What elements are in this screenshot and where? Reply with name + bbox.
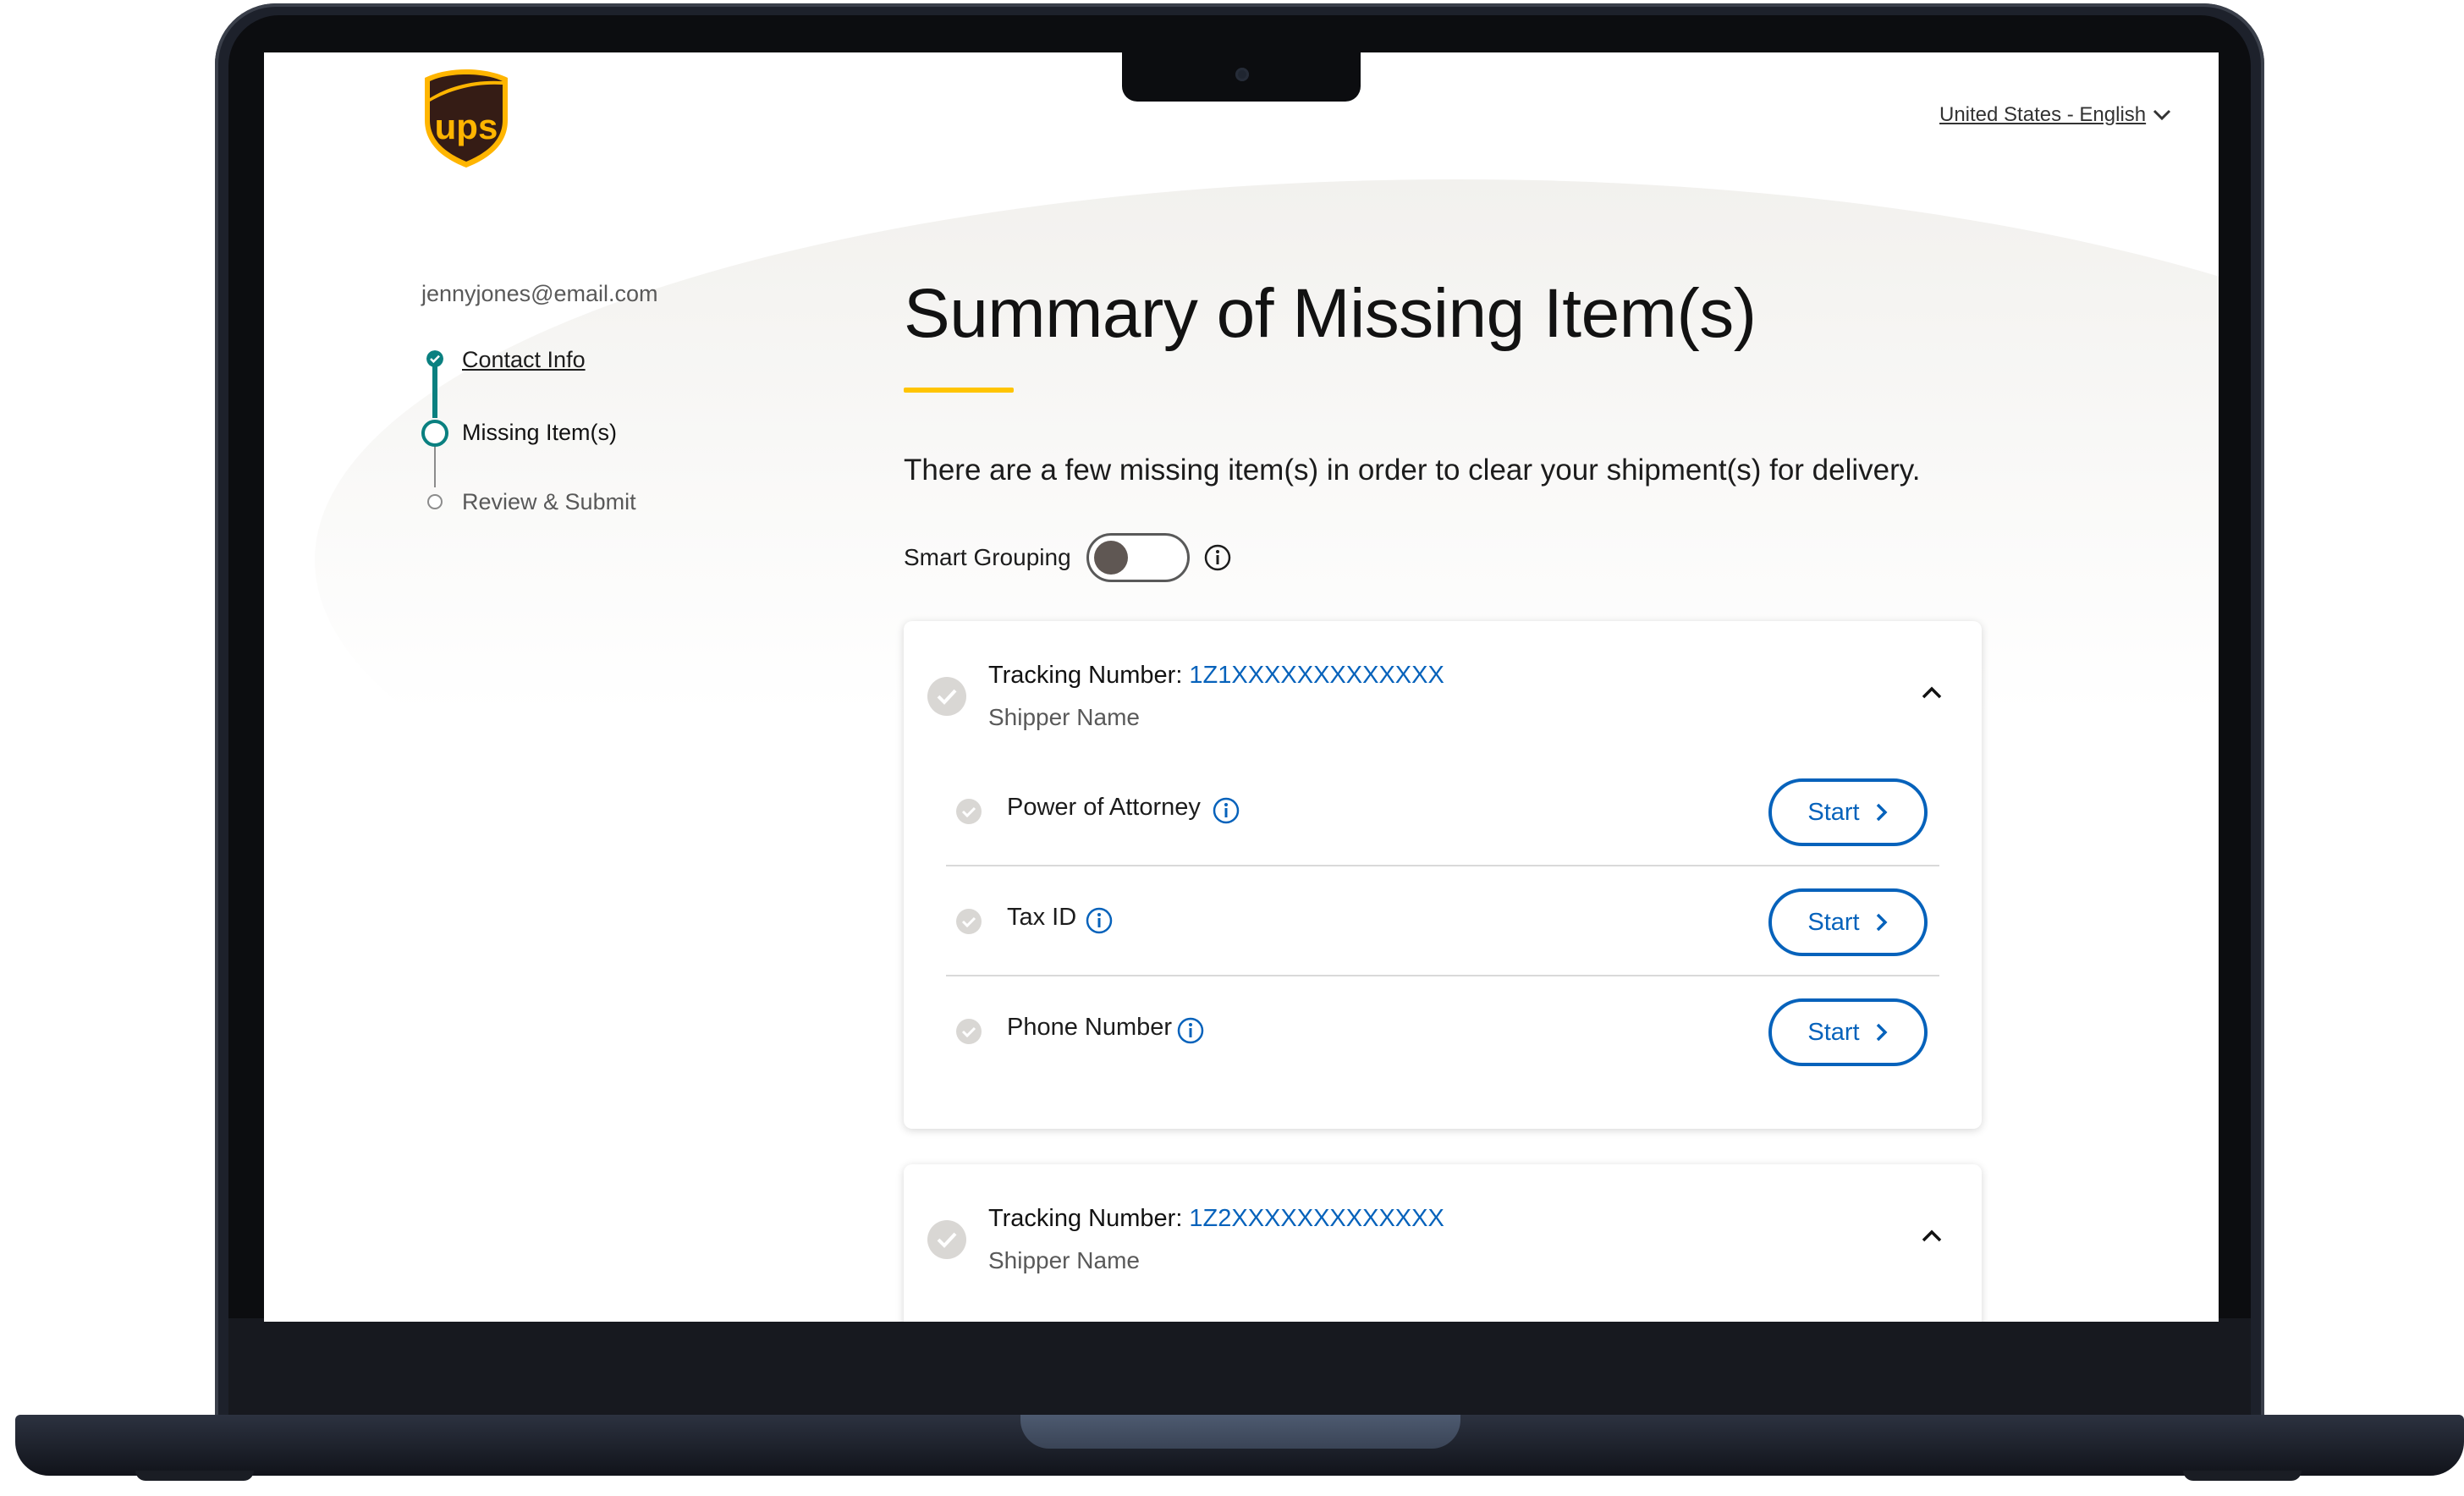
- chevron-right-icon: [1876, 1023, 1888, 1042]
- start-button-label: Start: [1807, 1018, 1860, 1046]
- intro-text: There are a few missing item(s) in order…: [904, 454, 1921, 487]
- start-button[interactable]: Start: [1768, 998, 1928, 1066]
- step-label-missing-items: Missing Item(s): [462, 420, 618, 445]
- locale-selector[interactable]: United States - English: [1939, 103, 2171, 127]
- chevron-up-icon[interactable]: [1919, 1224, 1944, 1249]
- shipper-name: Shipper Name: [988, 704, 1140, 730]
- check-circle-icon: [927, 1220, 966, 1259]
- tracking-label: Tracking Number:: [988, 1205, 1183, 1232]
- title-underline: [904, 388, 1014, 393]
- missing-item-row: Power of Attorney Start: [946, 756, 1939, 866]
- info-icon[interactable]: [1203, 543, 1232, 572]
- start-button-label: Start: [1807, 798, 1860, 826]
- tracking-line: Tracking Number: 1Z1XXXXXXXXXXXXX: [988, 662, 1444, 690]
- chevron-up-icon[interactable]: [1919, 680, 1944, 706]
- toggle-knob: [1093, 541, 1128, 575]
- start-button[interactable]: Start: [1768, 778, 1928, 846]
- smart-grouping-toggle[interactable]: [1086, 533, 1190, 582]
- check-circle-icon: [956, 909, 982, 934]
- chevron-right-icon: [1876, 803, 1888, 822]
- shipment-card: Tracking Number: 1Z1XXXXXXXXXXXXX Shipper…: [904, 621, 1982, 1129]
- tracking-line: Tracking Number: 1Z2XXXXXXXXXXXXX: [988, 1205, 1444, 1233]
- missing-item-row: Phone Number Start: [946, 976, 1939, 1086]
- chevron-right-icon: [1876, 913, 1888, 932]
- check-circle-icon: [956, 799, 982, 824]
- tracking-label: Tracking Number:: [988, 662, 1183, 689]
- step-label-contact-info: Contact Info: [462, 347, 586, 372]
- check-circle-icon: [426, 350, 443, 367]
- trackpad-notch: [1020, 1415, 1460, 1449]
- tracking-number-link[interactable]: 1Z2XXXXXXXXXXXXX: [1189, 1205, 1444, 1232]
- smart-grouping-label: Smart Grouping: [904, 544, 1071, 570]
- ups-logo[interactable]: ups: [423, 68, 509, 169]
- start-button[interactable]: Start: [1768, 888, 1928, 956]
- camera-notch: [1122, 52, 1361, 102]
- info-icon[interactable]: [1085, 906, 1114, 935]
- missing-item-label: Phone Number: [1007, 1014, 1173, 1041]
- info-icon[interactable]: [1212, 796, 1240, 825]
- user-email: jennyjones@email.com: [421, 281, 658, 306]
- start-button-label: Start: [1807, 908, 1860, 936]
- missing-item-label: Tax ID: [1007, 904, 1077, 931]
- current-step-indicator: [421, 420, 448, 447]
- svg-text:ups: ups: [435, 107, 498, 146]
- stepper-track-complete: [432, 359, 437, 418]
- camera-icon: [1235, 68, 1249, 81]
- laptop-foot-right: [2183, 1471, 2302, 1481]
- tracking-number-link[interactable]: 1Z1XXXXXXXXXXXXX: [1189, 662, 1444, 689]
- smart-grouping-row: Smart Grouping: [904, 533, 1232, 582]
- laptop-foot-left: [135, 1471, 254, 1481]
- shipper-name: Shipper Name: [988, 1247, 1140, 1273]
- check-circle-icon: [927, 677, 966, 716]
- locale-label: United States - English: [1939, 103, 2147, 126]
- shipment-card: Tracking Number: 1Z2XXXXXXXXXXXXX Shipper…: [904, 1164, 1982, 1322]
- info-icon[interactable]: [1176, 1016, 1205, 1045]
- upcoming-step-indicator: [427, 494, 443, 509]
- missing-item-label: Power of Attorney: [1007, 794, 1201, 821]
- step-label-review-submit: Review & Submit: [462, 489, 636, 514]
- screen-chin: [228, 1318, 2251, 1418]
- missing-item-row: Tax ID Start: [946, 866, 1939, 976]
- check-circle-icon: [956, 1019, 982, 1044]
- screen: ups United States - English jennyjones@e…: [264, 52, 2219, 1322]
- chevron-down-icon: [2153, 109, 2171, 121]
- page-title: Summary of Missing Item(s): [904, 275, 1757, 352]
